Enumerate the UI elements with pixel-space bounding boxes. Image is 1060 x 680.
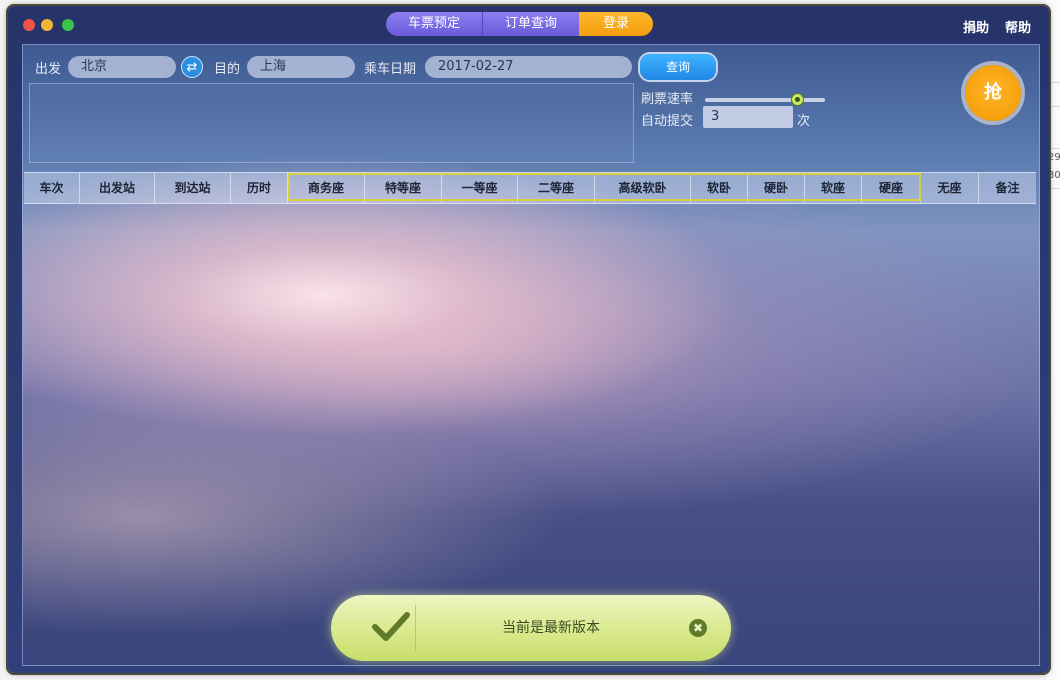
refresh-rate-slider-thumb[interactable] [790, 93, 804, 106]
column-header[interactable]: 软卧 [691, 173, 748, 203]
maximize-window-button[interactable] [62, 19, 74, 31]
column-header[interactable]: 车次 [24, 173, 80, 203]
background-text: 29 [1048, 152, 1060, 163]
help-link[interactable]: 帮助 [1005, 17, 1031, 36]
train-table-header: 车次 出发站 到达站 历时 商务座 特等座 一等座 二等座 高级软卧 软卧 硬卧… [24, 172, 1036, 204]
tab-ticket-booking[interactable]: 车票预定 [386, 12, 483, 36]
nav-tabs: 车票预定 订单查询 登录 [386, 12, 653, 36]
from-station-input[interactable]: 北京 [68, 56, 176, 78]
column-header[interactable]: 二等座 [518, 173, 595, 203]
auto-submit-unit: 次 [797, 114, 811, 129]
auto-submit-label: 自动提交 [641, 114, 694, 129]
column-header[interactable]: 备注 [979, 173, 1036, 203]
date-label: 乘车日期 [364, 62, 417, 77]
donate-link[interactable]: 捐助 [963, 17, 989, 36]
main-panel: 出发 北京 ⇄ 目的 上海 乘车日期 2017-02-27 查询 刷票速率 自动… [22, 44, 1040, 666]
column-header[interactable]: 无座 [921, 173, 979, 203]
column-header[interactable]: 商务座 [288, 173, 365, 203]
tab-login[interactable]: 登录 [579, 12, 653, 36]
column-header[interactable]: 软座 [805, 173, 862, 203]
to-station-input[interactable]: 上海 [247, 56, 355, 78]
swap-stations-button[interactable]: ⇄ [181, 56, 203, 78]
column-header[interactable]: 出发站 [80, 173, 155, 203]
auto-submit-count-input[interactable]: 3 [703, 106, 793, 128]
toast-message: 当前是最新版本 [502, 620, 600, 636]
toast-divider [415, 605, 416, 651]
column-header[interactable]: 到达站 [155, 173, 231, 203]
refresh-rate-slider[interactable] [705, 98, 825, 102]
background-text: 30 [1048, 170, 1060, 181]
column-header[interactable]: 一等座 [442, 173, 518, 203]
check-icon [372, 612, 410, 641]
travel-date-input[interactable]: 2017-02-27 [425, 56, 632, 78]
column-header[interactable]: 高级软卧 [595, 173, 691, 203]
column-header[interactable]: 历时 [231, 173, 288, 203]
title-bar[interactable]: 车票预定 订单查询 登录 捐助 帮助 [8, 6, 1049, 44]
log-area[interactable] [29, 83, 634, 163]
minimize-window-button[interactable] [41, 19, 53, 31]
from-label: 出发 [35, 62, 62, 77]
app-window: 车票预定 订单查询 登录 捐助 帮助 出发 北京 ⇄ 目的 上海 乘车日期 20… [8, 6, 1049, 673]
to-label: 目的 [214, 62, 241, 77]
tab-order-query[interactable]: 订单查询 [483, 12, 579, 36]
column-header[interactable]: 特等座 [365, 173, 442, 203]
close-window-button[interactable] [23, 19, 35, 31]
close-icon[interactable]: ✖ [689, 619, 707, 637]
column-header[interactable]: 硬座 [862, 173, 921, 203]
update-toast: 当前是最新版本 ✖ [331, 595, 731, 661]
refresh-rate-label: 刷票速率 [641, 92, 694, 107]
grab-ticket-button[interactable]: 抢 [965, 65, 1021, 121]
column-header[interactable]: 硬卧 [748, 173, 805, 203]
swap-icon: ⇄ [186, 60, 198, 75]
query-button[interactable]: 查询 [640, 54, 716, 80]
